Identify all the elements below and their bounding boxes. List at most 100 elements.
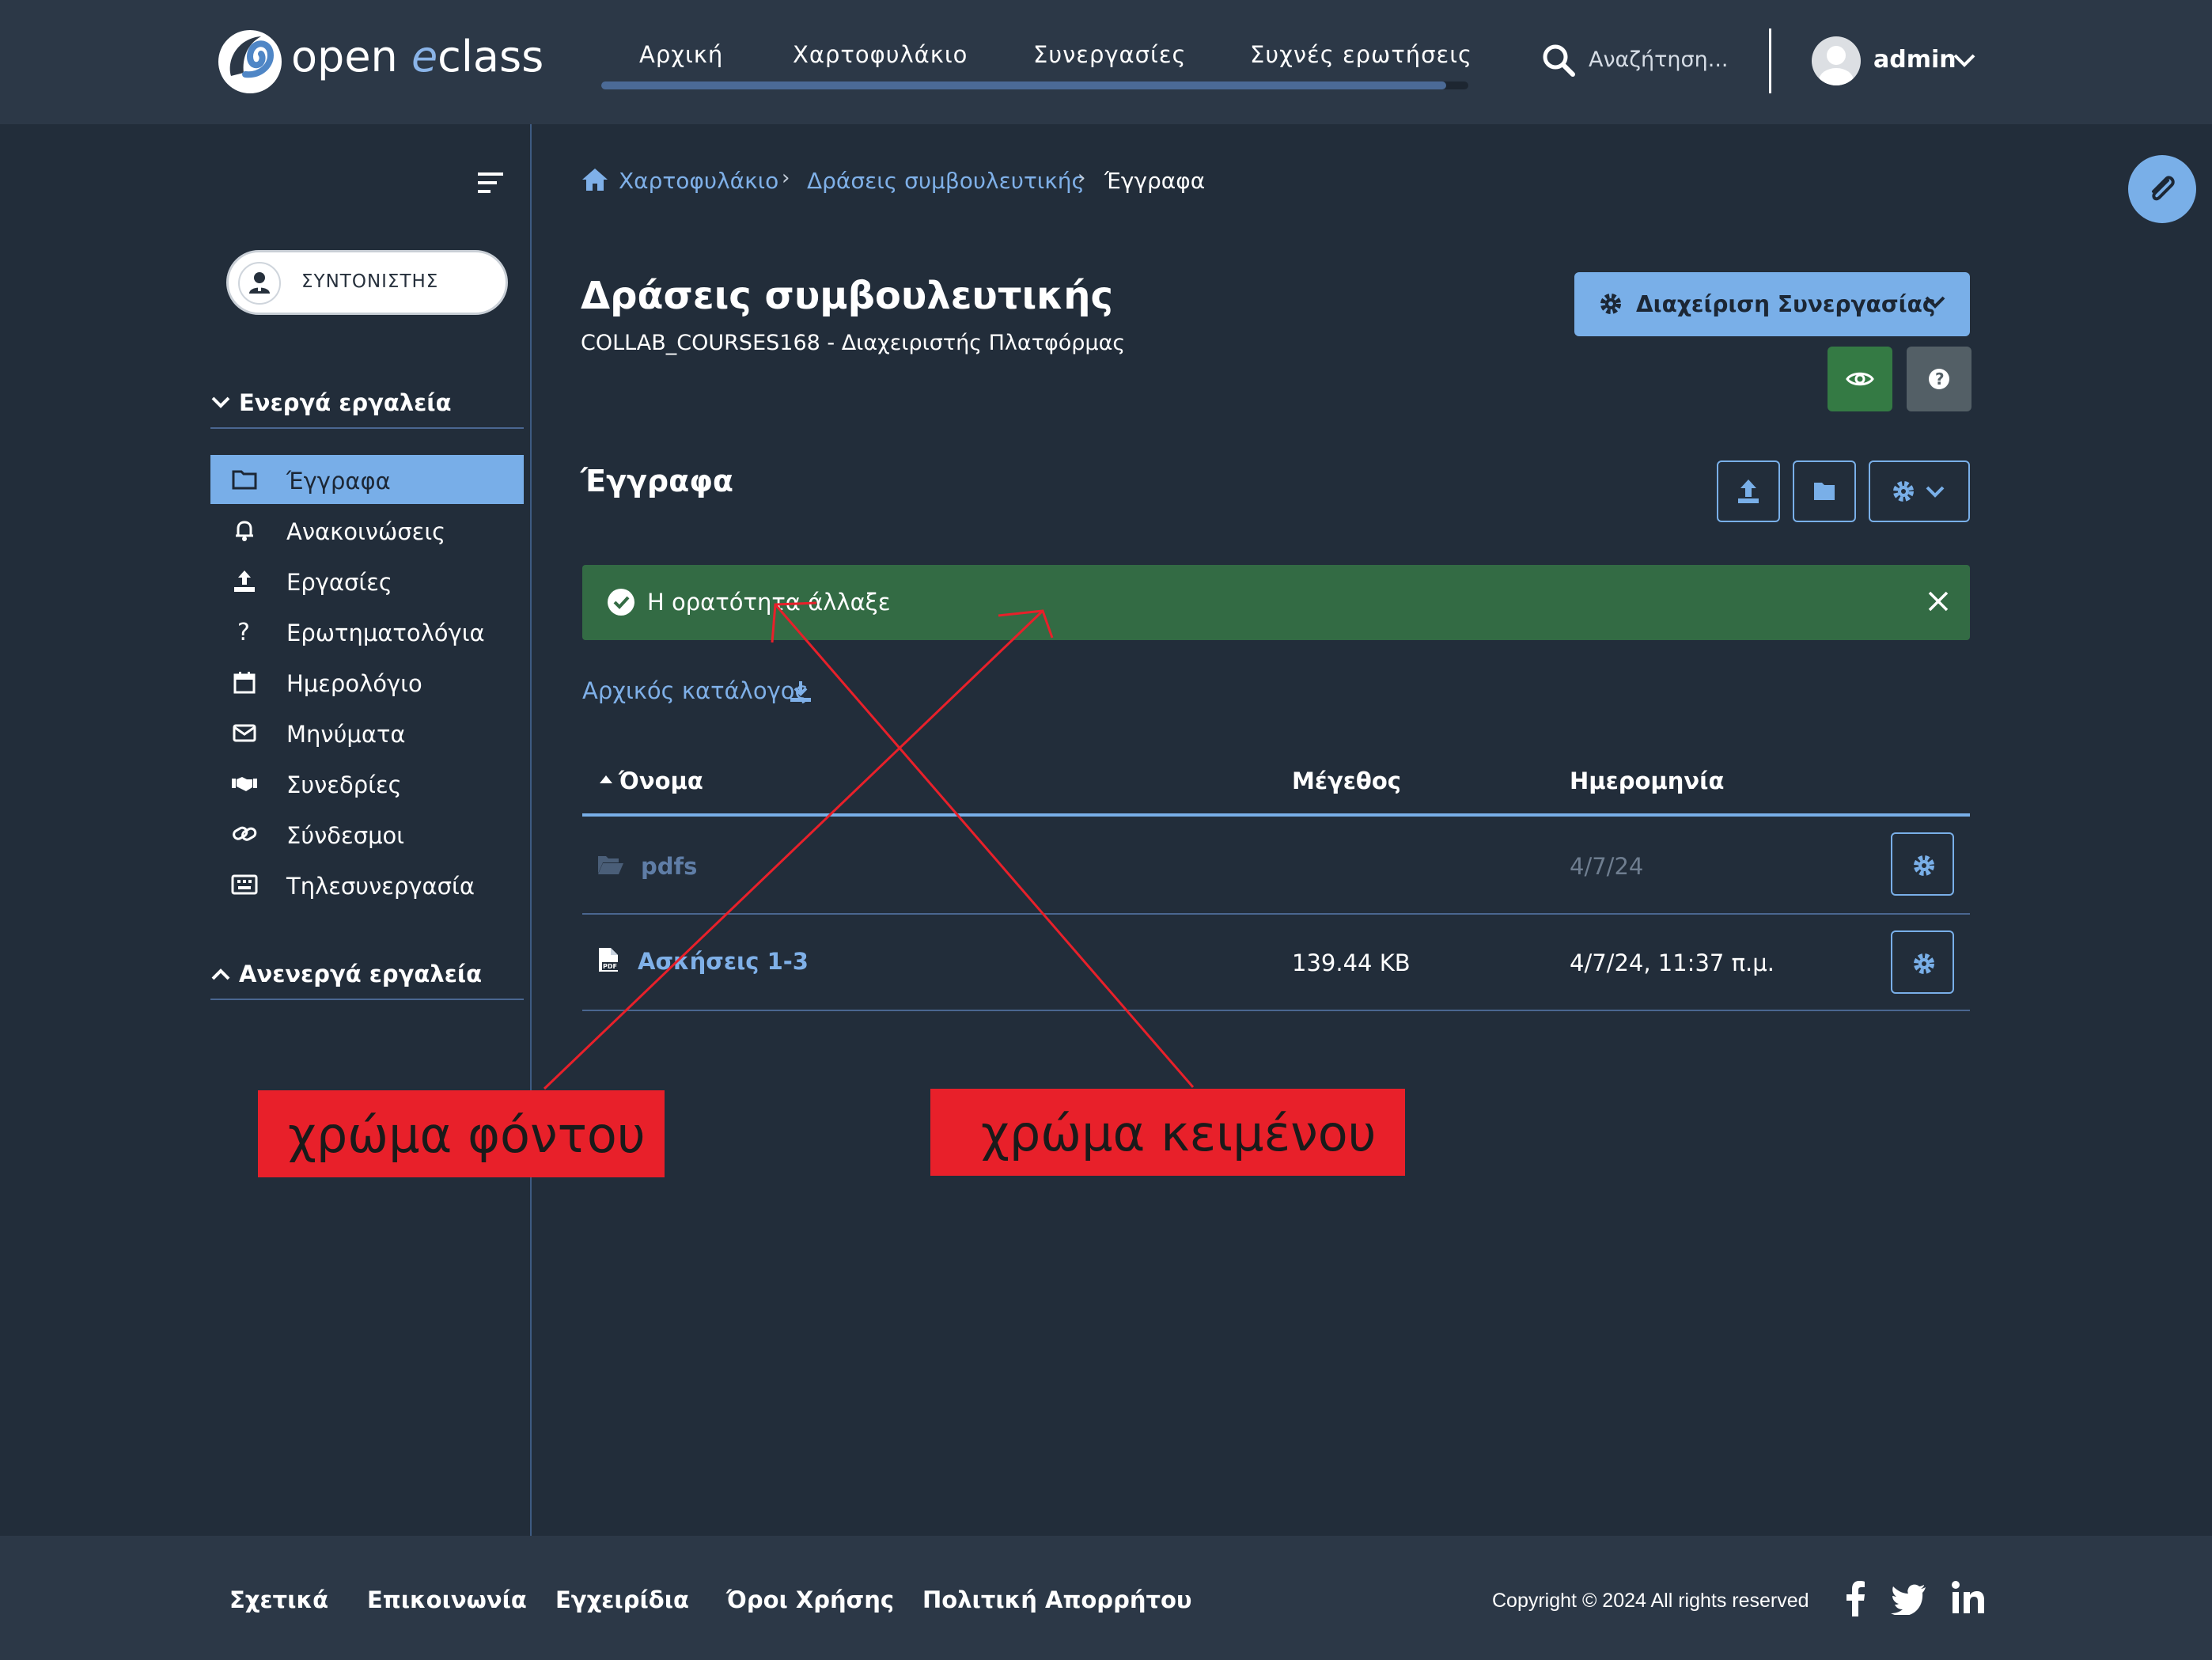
link-icon	[233, 826, 257, 841]
column-size[interactable]: Μέγεθος	[1292, 767, 1401, 794]
folder-open-icon	[598, 856, 623, 874]
question-circle-icon: ?	[1929, 369, 1949, 389]
sidebar-item-questionnaires[interactable]: ? Ερωτηματολόγια	[210, 607, 524, 656]
check-circle-icon	[608, 589, 634, 616]
page-title: Δράσεις συμβουλευτικής	[581, 274, 1113, 318]
sidebar-item-announcements[interactable]: Ανακοινώσεις	[210, 506, 524, 555]
active-tools-label: Ενεργά εργαλεία	[239, 389, 452, 416]
navbar-divider	[1769, 28, 1771, 93]
role-label: ΣΥΝΤΟΝΙΣΤΗΣ	[301, 271, 439, 292]
search-input[interactable]: Αναζήτηση...	[1589, 47, 1729, 72]
manage-collaboration-label: Διαχείριση Συνεργασίας	[1636, 291, 1936, 317]
logo-word-open: open	[291, 32, 398, 81]
top-navbar: open eclass Αρχική Χαρτοφυλάκιο Συνεργασ…	[0, 0, 2212, 124]
nav-portfolio[interactable]: Χαρτοφυλάκιο	[793, 41, 968, 68]
calendar-icon	[233, 672, 256, 694]
page-subtitle: COLLAB_COURSES168 - Διαχειριστής Πλατφόρ…	[581, 331, 1126, 355]
sidebar-toggle-icon[interactable]	[476, 171, 505, 195]
home-icon[interactable]	[581, 166, 609, 193]
footer-about[interactable]: Σχετικά	[229, 1586, 328, 1613]
sidebar-item-label: Ημερολόγιο	[286, 670, 422, 697]
annotation-background-color: χρώμα φόντου	[258, 1090, 665, 1177]
question-icon: ?	[237, 619, 250, 645]
sidebar-item-links[interactable]: Σύνδεσμοι	[210, 809, 524, 858]
visibility-button[interactable]	[1828, 347, 1892, 411]
sidebar-item-label: Εργασίες	[286, 569, 392, 596]
row-name[interactable]: Ασκήσεις 1-3	[638, 948, 809, 975]
download-icon	[790, 681, 811, 702]
attachment-fab[interactable]	[2128, 155, 2196, 223]
sidebar-divider	[530, 124, 532, 1536]
sidebar-item-sessions[interactable]: Συνεδρίες	[210, 759, 524, 808]
sidebar-item-label: Μηνύματα	[286, 721, 406, 748]
close-icon[interactable]	[1926, 589, 1951, 614]
role-badge: ΣΥΝΤΟΝΙΣΤΗΣ	[226, 250, 508, 315]
user-tie-icon	[249, 272, 270, 294]
role-avatar	[238, 262, 281, 305]
folder-icon	[1814, 483, 1835, 500]
manage-collaboration-button[interactable]: Διαχείριση Συνεργασίας	[1574, 272, 1970, 336]
upload-file-button[interactable]	[1717, 460, 1780, 522]
row-date: 4/7/24, 11:37 π.μ.	[1570, 949, 1775, 976]
open-eclass-logo[interactable]: open eclass	[215, 27, 544, 97]
column-name[interactable]: Όνομα	[619, 767, 703, 794]
root-directory-label: Αρχικός κατάλογος	[582, 677, 809, 704]
documents-section-title: Έγγραφα	[581, 464, 734, 498]
gear-icon	[1600, 294, 1621, 314]
root-directory-link[interactable]: Αρχικός κατάλογος	[582, 677, 811, 704]
handshake-icon	[232, 777, 257, 791]
eclass-logo-icon	[218, 30, 282, 93]
sort-ascending-icon	[600, 775, 612, 783]
row-settings-button[interactable]	[1891, 832, 1954, 896]
facebook-icon[interactable]	[1843, 1580, 1867, 1616]
sidebar-item-calendar[interactable]: Ημερολόγιο	[210, 658, 524, 707]
footer-contact[interactable]: Επικοινωνία	[367, 1586, 527, 1613]
row-divider	[582, 913, 1970, 915]
user-menu-name[interactable]: admin	[1873, 46, 1956, 74]
section-divider	[210, 427, 524, 429]
footer-manuals[interactable]: Εγχειρίδια	[555, 1586, 689, 1613]
twitter-icon[interactable]	[1891, 1583, 1927, 1615]
sidebar-item-teleconference[interactable]: Τηλεσυνεργασία	[210, 860, 524, 909]
sidebar-item-label: Ερωτηματολόγια	[286, 620, 485, 646]
search-icon[interactable]	[1541, 43, 1576, 78]
nav-faq[interactable]: Συχνές ερωτήσεις	[1250, 41, 1472, 68]
new-folder-button[interactable]	[1793, 460, 1856, 522]
breadcrumb-portfolio[interactable]: Χαρτοφυλάκιο	[619, 168, 778, 194]
user-avatar[interactable]	[1812, 36, 1861, 85]
svg-text:?: ?	[1935, 370, 1945, 388]
footer: Σχετικά Επικοινωνία Εγχειρίδια Όροι Χρήσ…	[0, 1536, 2212, 1660]
footer-privacy[interactable]: Πολιτική Απορρήτου	[922, 1586, 1191, 1613]
row-divider	[582, 1010, 1970, 1011]
svg-text:PDF: PDF	[603, 963, 617, 970]
help-button[interactable]: ?	[1907, 347, 1971, 411]
linkedin-icon[interactable]	[1951, 1580, 1986, 1615]
breadcrumb-collaboration[interactable]: Δράσεις συμβουλευτικής	[807, 168, 1085, 194]
eye-icon	[1846, 372, 1874, 386]
copyright-text: Copyright © 2024 All rights reserved	[1492, 1590, 1809, 1612]
upload-icon	[1738, 479, 1759, 503]
nav-home[interactable]: Αρχική	[639, 41, 723, 68]
sidebar-item-documents[interactable]: Έγγραφα	[210, 455, 524, 504]
sidebar-item-messages[interactable]: Μηνύματα	[210, 708, 524, 757]
row-name[interactable]: pdfs	[641, 853, 697, 880]
sidebar-item-assignments[interactable]: Εργασίες	[210, 556, 524, 605]
column-date[interactable]: Ημερομηνία	[1570, 767, 1724, 794]
bell-icon	[236, 521, 253, 541]
nav-collaborations[interactable]: Συνεργασίες	[1033, 41, 1187, 68]
logo-letter-e: e	[411, 32, 438, 81]
actions-dropdown-button[interactable]	[1869, 460, 1970, 522]
upload-icon	[234, 570, 255, 592]
nav-scrollbar-thumb[interactable]	[601, 81, 1446, 89]
annotation-text-color: χρώμα κειμένου	[930, 1089, 1405, 1176]
row-date: 4/7/24	[1570, 853, 1644, 880]
file-pdf-icon: PDF	[599, 948, 618, 972]
folder-icon	[232, 470, 257, 490]
success-alert: Η ορατότητα άλλαξε	[582, 565, 1970, 640]
row-settings-button[interactable]	[1891, 930, 1954, 994]
sidebar-item-label: Συνεδρίες	[286, 771, 402, 798]
footer-terms[interactable]: Όροι Χρήσης	[726, 1586, 894, 1613]
chevron-down-icon[interactable]	[1953, 52, 1976, 68]
gear-icon	[1893, 481, 1945, 502]
sidebar-item-label: Τηλεσυνεργασία	[286, 873, 475, 900]
